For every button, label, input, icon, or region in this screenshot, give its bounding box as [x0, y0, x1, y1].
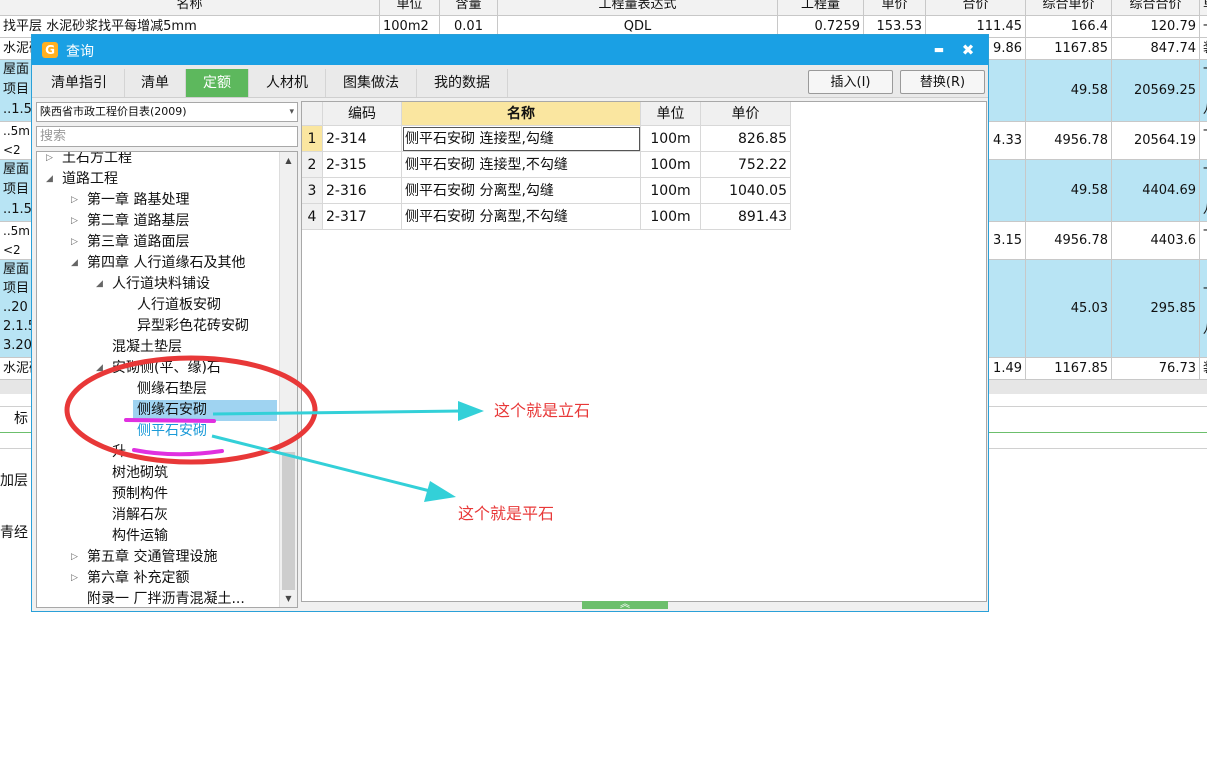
arrow-line	[212, 409, 463, 416]
arrow-head	[458, 401, 484, 421]
highlight-circle	[64, 355, 318, 465]
arrow-head	[424, 481, 456, 502]
underline-mark	[132, 448, 224, 457]
underline-mark	[124, 418, 216, 423]
arrow-line	[211, 434, 435, 494]
annotation-overlay	[64, 355, 484, 502]
annotation-upright-stone: 这个就是立石	[494, 401, 591, 420]
annotation-flat-stone: 这个就是平石	[458, 504, 555, 523]
